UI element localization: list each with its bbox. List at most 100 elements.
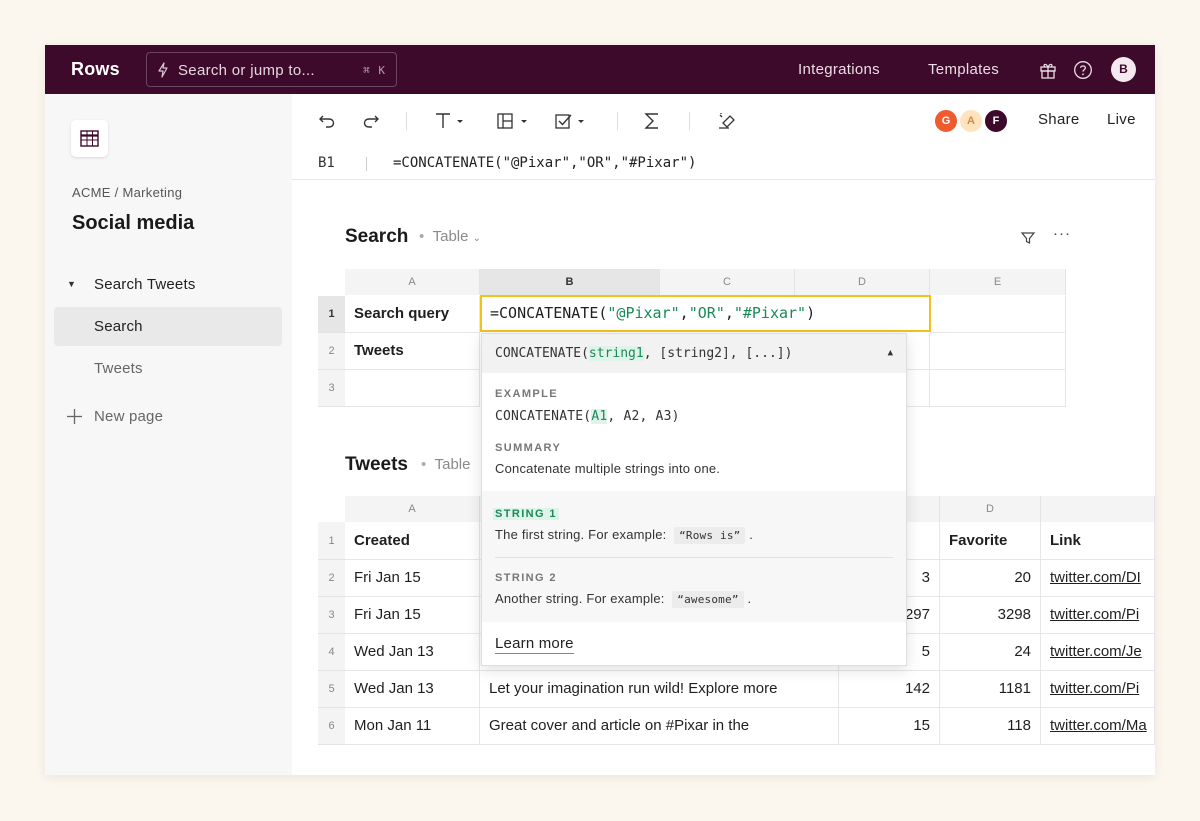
- table-cell-favorite[interactable]: 118: [940, 708, 1041, 745]
- cell-a1[interactable]: Search query: [345, 296, 480, 333]
- row-number[interactable]: 2: [318, 333, 345, 370]
- share-button[interactable]: Share: [1038, 111, 1080, 128]
- row-number[interactable]: 4: [318, 634, 345, 671]
- table-cell-favorite[interactable]: 3298: [940, 597, 1041, 634]
- table-title-search[interactable]: Search: [345, 226, 408, 248]
- collapse-triangle-icon[interactable]: ▲: [888, 334, 893, 373]
- row-number[interactable]: 1: [318, 296, 345, 333]
- table-type-selector[interactable]: • Table: [421, 456, 470, 473]
- new-page-button[interactable]: New page: [54, 397, 282, 436]
- table-cell-created[interactable]: Mon Jan 11: [345, 708, 480, 745]
- row-number[interactable]: 2: [318, 560, 345, 597]
- integrations-link[interactable]: Integrations: [798, 61, 880, 78]
- search-placeholder: Search or jump to...: [178, 62, 315, 79]
- table-cell-retweet[interactable]: 142: [839, 671, 940, 708]
- cell-a2[interactable]: Tweets: [345, 333, 480, 370]
- formula-bar: B1 =CONCATENATE("@Pixar","OR","#Pixar"): [292, 148, 1155, 180]
- table-cell-favorite[interactable]: 1181: [940, 671, 1041, 708]
- column-header-a[interactable]: A: [345, 496, 480, 522]
- gift-icon[interactable]: [1038, 60, 1058, 80]
- bolt-icon: [158, 62, 168, 78]
- spreadsheet-icon[interactable]: [71, 120, 108, 157]
- column-divider: [929, 333, 930, 407]
- cell-e3[interactable]: [906, 370, 1066, 407]
- table-cell-link[interactable]: twitter.com/Je: [1041, 634, 1155, 671]
- cell-a3[interactable]: [345, 370, 480, 407]
- column-header-c[interactable]: C: [660, 269, 795, 295]
- table-cell-created[interactable]: Fri Jan 15: [345, 597, 480, 634]
- help-icon[interactable]: [1073, 60, 1093, 80]
- header-cell-created[interactable]: Created: [345, 522, 480, 560]
- table-cell-retweet[interactable]: 15: [839, 708, 940, 745]
- collaborator-avatar[interactable]: G: [933, 108, 959, 134]
- column-header-e[interactable]: E: [930, 269, 1066, 295]
- document-title: Social media: [72, 212, 195, 234]
- table-cell-text[interactable]: Great cover and article on #Pixar in the: [480, 708, 839, 745]
- more-options-icon[interactable]: ···: [1053, 225, 1071, 242]
- column-header-d[interactable]: D: [940, 496, 1041, 522]
- argument-2-label: STRING 2: [495, 572, 557, 584]
- column-header-b[interactable]: B: [480, 269, 660, 295]
- table-cell-favorite[interactable]: 20: [940, 560, 1041, 597]
- clear-format-icon[interactable]: [717, 111, 737, 131]
- new-page-label: New page: [94, 408, 164, 425]
- sidebar-item-tweets[interactable]: Tweets: [54, 349, 282, 388]
- cell-e1[interactable]: [930, 296, 1066, 333]
- brand-logo[interactable]: Rows: [71, 59, 120, 80]
- filter-icon[interactable]: [1020, 230, 1036, 246]
- table-cell-text[interactable]: Let your imagination run wild! Explore m…: [480, 671, 839, 708]
- caret-down-icon: ▼: [67, 279, 77, 289]
- search-shortcut: ⌘ K: [363, 64, 386, 77]
- row-number[interactable]: 5: [318, 671, 345, 708]
- table-cell-link[interactable]: twitter.com/Ma: [1041, 708, 1155, 745]
- collaborator-avatar[interactable]: A: [958, 108, 984, 134]
- sidebar: ACME / Marketing Social media ▼ Search T…: [45, 94, 292, 775]
- learn-more-link[interactable]: Learn more: [495, 635, 574, 654]
- sidebar-section-search-tweets[interactable]: ▼ Search Tweets: [54, 265, 282, 304]
- row-number[interactable]: 6: [318, 708, 345, 745]
- table-type-selector[interactable]: • Table ⌄: [419, 228, 481, 245]
- undo-icon[interactable]: [318, 111, 336, 131]
- toolbar-divider: [406, 112, 407, 130]
- table-cell-created[interactable]: Wed Jan 13: [345, 634, 480, 671]
- sidebar-item-label: Tweets: [94, 360, 143, 377]
- active-cell-b1[interactable]: =CONCATENATE("@Pixar","OR","#Pixar"): [480, 295, 931, 332]
- checkbox-icon[interactable]: [554, 111, 586, 131]
- user-avatar[interactable]: B: [1111, 57, 1136, 82]
- summary-label: SUMMARY: [495, 442, 562, 454]
- templates-link[interactable]: Templates: [928, 61, 999, 78]
- table-type-label: Table: [432, 228, 469, 245]
- table-cell-created[interactable]: Fri Jan 15: [345, 560, 480, 597]
- row-number[interactable]: 3: [318, 597, 345, 634]
- table-cell-favorite[interactable]: 24: [940, 634, 1041, 671]
- layout-icon[interactable]: [496, 111, 528, 131]
- toolbar: G A F Share Live: [292, 94, 1155, 148]
- row-number[interactable]: 1: [318, 522, 345, 560]
- column-header-d[interactable]: D: [795, 269, 930, 295]
- cell-e2[interactable]: [906, 333, 1066, 370]
- search-input[interactable]: Search or jump to... ⌘ K: [146, 52, 397, 87]
- function-signature[interactable]: CONCATENATE(string1, [string2], [...]) ▲: [482, 334, 906, 373]
- row-number[interactable]: 3: [318, 370, 345, 407]
- header-cell-favorite[interactable]: Favorite: [940, 522, 1041, 560]
- table-cell-created[interactable]: Wed Jan 13: [345, 671, 480, 708]
- sum-icon[interactable]: [644, 111, 660, 131]
- column-header-a[interactable]: A: [345, 269, 480, 295]
- function-help-popover: CONCATENATE(string1, [string2], [...]) ▲ …: [481, 333, 907, 666]
- table-title-tweets[interactable]: Tweets: [345, 454, 408, 476]
- breadcrumb[interactable]: ACME / Marketing: [72, 185, 182, 200]
- formula-input[interactable]: =CONCATENATE("@Pixar","OR","#Pixar"): [393, 155, 696, 171]
- table-type-label: Table: [434, 456, 471, 473]
- sidebar-item-search[interactable]: Search: [54, 307, 282, 346]
- column-header-e[interactable]: [1041, 496, 1155, 522]
- plus-icon: [67, 409, 82, 424]
- header-cell-link[interactable]: Link: [1041, 522, 1155, 560]
- app-window: Rows Search or jump to... ⌘ K Integratio…: [45, 45, 1155, 775]
- live-button[interactable]: Live: [1107, 111, 1136, 128]
- collaborator-avatar[interactable]: F: [983, 108, 1009, 134]
- table-cell-link[interactable]: twitter.com/Pi: [1041, 597, 1155, 634]
- table-cell-link[interactable]: twitter.com/Pi: [1041, 671, 1155, 708]
- redo-icon[interactable]: [362, 111, 380, 131]
- text-format-icon[interactable]: [434, 111, 464, 131]
- table-cell-link[interactable]: twitter.com/DI: [1041, 560, 1155, 597]
